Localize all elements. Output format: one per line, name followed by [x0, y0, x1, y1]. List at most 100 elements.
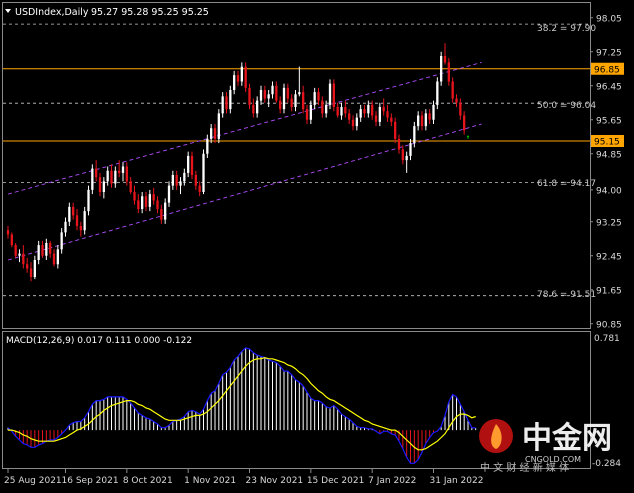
candle-body	[252, 104, 255, 114]
chart-window: USDIndex,Daily 95.27 95.28 95.25 95.25 3…	[0, 0, 634, 489]
candle-body	[259, 90, 263, 101]
candle-body	[428, 113, 431, 120]
fib-label-38: 38.2 = 97.90	[537, 24, 596, 34]
candle-body	[363, 109, 366, 114]
y-tick-label: 97.25	[596, 48, 622, 58]
candle-body	[210, 128, 213, 139]
candle-body	[309, 104, 312, 120]
ohlc-readout: 95.27 95.28 95.25 95.25	[91, 7, 209, 18]
candle-body	[26, 264, 29, 269]
candle-body	[394, 121, 397, 139]
candle-body	[240, 66, 243, 82]
candle-body	[282, 87, 286, 110]
y-tick-label: 90.85	[596, 320, 622, 330]
candle-body	[271, 85, 274, 95]
candle-body	[305, 109, 309, 120]
candle-body	[405, 155, 408, 161]
candle-body	[447, 62, 450, 82]
candle-body	[267, 94, 270, 99]
candle-body	[386, 111, 389, 118]
candle-body	[91, 168, 94, 190]
candle-body	[374, 115, 378, 122]
x-tick-label: 25 Aug 2021	[4, 476, 62, 486]
candle-body	[133, 192, 136, 201]
macd-axis-top: 0.781	[594, 334, 620, 344]
candle-body	[129, 181, 132, 192]
background	[0, 0, 634, 489]
candle-body	[156, 200, 159, 209]
candle-body	[141, 196, 144, 209]
candle-body	[290, 98, 293, 107]
candle-body	[413, 126, 416, 144]
y-tick-label: 93.25	[596, 218, 622, 228]
y-tick-label: 92.45	[596, 252, 622, 262]
watermark-name: 中金网	[522, 421, 612, 456]
candle-body	[87, 189, 90, 212]
price-tag: 96.85	[591, 62, 624, 75]
candle-body	[332, 83, 335, 107]
candle-body	[248, 87, 251, 105]
candle-body	[152, 194, 155, 201]
candle-body	[187, 155, 190, 173]
candle-body	[95, 168, 98, 178]
price-tag-label: 96.85	[594, 65, 620, 75]
candle-body	[344, 107, 347, 114]
chart-canvas[interactable]: USDIndex,Daily 95.27 95.28 95.25 95.25 3…	[0, 0, 634, 489]
candle-body	[440, 56, 443, 82]
y-tick-label: 96.45	[596, 82, 622, 92]
candle-body	[98, 177, 102, 192]
candle-body	[102, 181, 105, 192]
candle-body	[451, 81, 454, 99]
symbol-label: USDIndex,Daily	[15, 7, 89, 18]
watermark-tagline: 中 文 财 经 新 媒 体	[480, 461, 569, 474]
candle-body	[401, 149, 404, 161]
candle-body	[420, 115, 424, 127]
candle-body	[328, 83, 332, 105]
candle-body	[171, 175, 174, 186]
candle-body	[144, 196, 148, 207]
candle-body	[325, 104, 328, 114]
candle-body	[56, 249, 59, 265]
candle-body	[390, 117, 393, 122]
candle-body	[137, 200, 140, 209]
macd-title: MACD(12,26,9) 0.017 0.111 0.000 -0.122	[6, 336, 192, 346]
candle-body	[286, 87, 289, 99]
candle-body	[340, 107, 343, 116]
candle-body	[183, 172, 186, 182]
candle-body	[298, 92, 301, 95]
candle-body	[179, 181, 182, 186]
candle-body	[382, 107, 385, 112]
candle-body	[121, 166, 125, 173]
candle-body	[52, 253, 56, 265]
candle-body	[45, 243, 48, 256]
candle-body	[221, 96, 224, 114]
candle-body	[236, 75, 240, 82]
price-tag: 95.15	[591, 135, 624, 148]
candle-body	[279, 100, 282, 110]
candle-body	[10, 234, 13, 246]
candle-body	[317, 92, 320, 101]
y-tick-label: 91.65	[596, 286, 622, 296]
x-tick-label: 15 Dec 2021	[307, 476, 365, 486]
fib-label-78: 78.6 = 91.51	[537, 290, 596, 300]
candle-body	[22, 253, 25, 265]
candle-body	[148, 194, 151, 207]
x-tick-label: 8 Oct 2021	[123, 476, 173, 486]
x-tick-label: 16 Sep 2021	[62, 476, 119, 486]
x-tick-label: 7 Jan 2022	[368, 476, 416, 486]
candle-body	[313, 92, 316, 105]
candle-body	[41, 245, 44, 256]
macd-axis-bottom: -0.284	[592, 459, 621, 469]
x-tick-label: 31 Jan 2022	[430, 476, 484, 486]
candle-body	[68, 206, 71, 222]
candle-body	[83, 211, 86, 231]
candle-body	[455, 98, 458, 103]
candle-body	[417, 115, 420, 127]
candle-body	[355, 117, 358, 127]
candle-body	[217, 113, 220, 139]
candle-body	[459, 102, 462, 116]
price-tag-label: 95.15	[594, 138, 620, 148]
candle-body	[336, 107, 339, 116]
candle-body	[114, 170, 117, 184]
fib-label-50: 50.0 = 96.04	[537, 101, 596, 111]
